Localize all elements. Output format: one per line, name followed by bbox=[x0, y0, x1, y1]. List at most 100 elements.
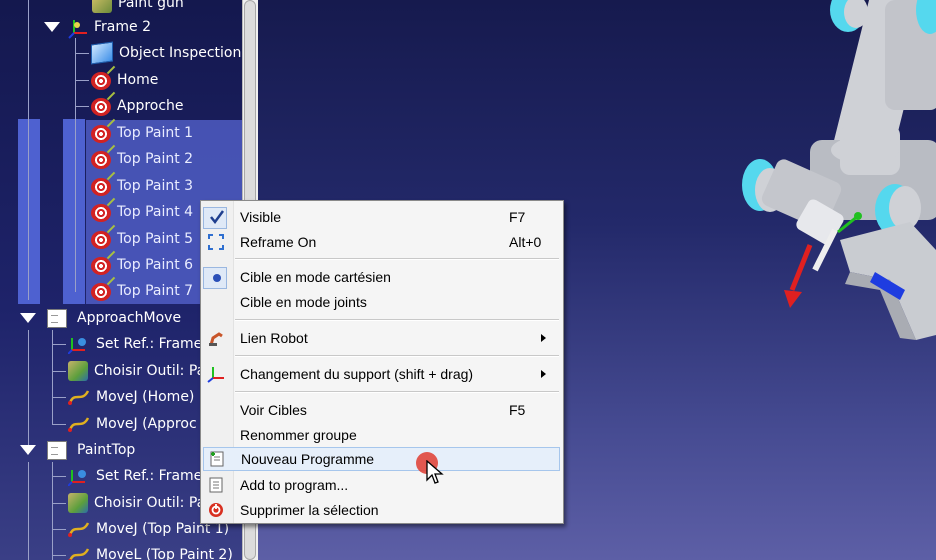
tree-item-movej-home[interactable]: MoveJ (Home) bbox=[68, 384, 194, 410]
tree-item-label: Top Paint 3 bbox=[117, 178, 194, 194]
collapse-arrow-icon[interactable] bbox=[20, 445, 36, 455]
target-icon bbox=[91, 231, 111, 249]
menu-item-label: Add to program... bbox=[240, 477, 349, 493]
move-icon bbox=[68, 547, 90, 560]
tree-item-label: ApproachMove bbox=[77, 310, 182, 326]
tree-line bbox=[52, 371, 66, 372]
tree-item-label: Set Ref.: Frame bbox=[96, 336, 203, 352]
tree-item-label: Top Paint 7 bbox=[117, 283, 194, 299]
tree-item-object-inspection[interactable]: Object Inspection bbox=[91, 40, 241, 66]
tree-item-label: MoveJ (Home) bbox=[96, 389, 195, 405]
menu-item-new-program[interactable]: Nouveau Programme bbox=[203, 447, 560, 471]
mouse-pointer-icon bbox=[426, 460, 444, 484]
menu-item-label: Visible bbox=[240, 209, 281, 225]
menu-item-label: Lien Robot bbox=[240, 330, 308, 346]
new-program-icon bbox=[210, 451, 224, 467]
tree-item-top-paint-7[interactable]: Top Paint 7 bbox=[91, 278, 193, 304]
target-icon bbox=[91, 283, 111, 301]
tree-item-movej-approche[interactable]: MoveJ (Approc bbox=[68, 411, 197, 437]
set-reference-icon bbox=[67, 334, 90, 355]
tree-line bbox=[28, 462, 29, 560]
menu-item-label: Cible en mode cartésien bbox=[240, 269, 391, 285]
tree-line bbox=[75, 80, 89, 81]
menu-item-add-to-program[interactable]: Add to program... bbox=[201, 473, 563, 497]
menu-item-target-joints[interactable]: Cible en mode joints bbox=[201, 290, 563, 314]
tree-item-painttop[interactable]: PaintTop bbox=[47, 437, 135, 463]
tool-icon bbox=[68, 493, 88, 513]
checkmark-icon bbox=[210, 210, 225, 225]
axes-icon bbox=[207, 367, 224, 383]
menu-item-link-robot[interactable]: Lien Robot bbox=[201, 326, 563, 350]
submenu-arrow-icon bbox=[541, 334, 546, 342]
tree-item-label: Top Paint 1 bbox=[117, 125, 194, 141]
tree-line bbox=[52, 529, 66, 530]
tree-item-label: Paint gun bbox=[118, 0, 184, 11]
add-to-program-icon bbox=[209, 477, 223, 493]
menu-item-label: Cible en mode joints bbox=[240, 294, 367, 310]
tree-item-top-paint-1[interactable]: Top Paint 1 bbox=[91, 120, 193, 146]
menu-item-change-support[interactable]: Changement du support (shift + drag) bbox=[201, 362, 563, 386]
menu-item-shortcut: Alt+0 bbox=[509, 234, 542, 250]
paint-gun-icon bbox=[92, 0, 112, 13]
submenu-arrow-icon bbox=[541, 370, 546, 378]
tree-item-set-ref-1[interactable]: Set Ref.: Frame bbox=[67, 331, 203, 357]
target-icon bbox=[91, 98, 111, 116]
collapse-arrow-icon[interactable] bbox=[44, 22, 60, 32]
target-icon bbox=[91, 204, 111, 222]
tool-icon bbox=[68, 361, 88, 381]
tree-line bbox=[28, 330, 29, 450]
tree-line bbox=[28, 0, 29, 300]
menu-item-label: Supprimer la sélection bbox=[240, 502, 379, 518]
tree-line bbox=[52, 476, 66, 477]
tree-item-choose-tool-2[interactable]: Choisir Outil: Pa bbox=[68, 490, 205, 516]
cube-icon bbox=[91, 41, 113, 65]
menu-item-label: Nouveau Programme bbox=[241, 451, 375, 467]
menu-item-delete-selection[interactable]: Supprimer la sélection bbox=[201, 498, 563, 522]
tree-item-label: Top Paint 4 bbox=[117, 204, 194, 220]
context-menu[interactable]: Visible F7 Reframe On Alt+0 Cible en mod… bbox=[200, 200, 564, 524]
menu-separator bbox=[235, 391, 559, 393]
tree-item-movel-top-paint-2[interactable]: MoveL (Top Paint 2) bbox=[68, 542, 233, 560]
selection-marker-left bbox=[18, 119, 40, 304]
tree-item-label: Top Paint 5 bbox=[117, 231, 194, 247]
tree-item-label: Home bbox=[117, 72, 159, 88]
collapse-arrow-icon[interactable] bbox=[20, 313, 36, 323]
menu-item-rename-group[interactable]: Renommer groupe bbox=[201, 423, 563, 447]
tree-item-top-paint-5[interactable]: Top Paint 5 bbox=[91, 226, 193, 252]
tree-item-set-ref-2[interactable]: Set Ref.: Frame bbox=[67, 463, 202, 489]
menu-item-show-targets[interactable]: Voir Cibles F5 bbox=[201, 398, 563, 422]
tree-item-home[interactable]: Home bbox=[91, 67, 158, 93]
move-icon bbox=[68, 416, 90, 432]
menu-item-target-cartesian[interactable]: Cible en mode cartésien bbox=[201, 265, 563, 289]
target-icon bbox=[91, 257, 111, 275]
delete-icon bbox=[209, 503, 223, 517]
tree-line bbox=[52, 344, 66, 345]
tree-item-top-paint-3[interactable]: Top Paint 3 bbox=[91, 173, 193, 199]
tree-item-label: Object Inspection bbox=[119, 45, 242, 61]
menu-item-shortcut: F5 bbox=[509, 402, 526, 418]
tree-item-choose-tool-1[interactable]: Choisir Outil: Pa bbox=[68, 358, 205, 384]
tree-line bbox=[52, 424, 66, 425]
tree-item-top-paint-6[interactable]: Top Paint 6 bbox=[91, 252, 193, 278]
move-icon bbox=[68, 521, 90, 537]
tree-line bbox=[75, 38, 76, 292]
tree-line bbox=[52, 503, 66, 504]
set-reference-icon bbox=[67, 466, 90, 487]
menu-item-label: Reframe On bbox=[240, 234, 317, 250]
tree-item-approachmove[interactable]: ApproachMove bbox=[47, 305, 181, 331]
tree-item-top-paint-2[interactable]: Top Paint 2 bbox=[91, 146, 193, 172]
tree-item-top-paint-4[interactable]: Top Paint 4 bbox=[91, 199, 193, 225]
menu-separator bbox=[235, 258, 559, 260]
tree-item-frame-2[interactable]: Frame 2 bbox=[68, 14, 151, 40]
tree-item-label: Approche bbox=[117, 98, 184, 114]
menu-item-visible[interactable]: Visible F7 bbox=[201, 205, 563, 229]
menu-item-label: Renommer groupe bbox=[240, 427, 357, 443]
tree-item-approche[interactable]: Approche bbox=[91, 93, 184, 119]
selection-marker-mid bbox=[63, 119, 85, 304]
target-icon bbox=[91, 125, 111, 143]
menu-item-label: Voir Cibles bbox=[240, 402, 307, 418]
tree-item-label: MoveJ (Approc bbox=[96, 416, 197, 432]
menu-item-reframe-on[interactable]: Reframe On Alt+0 bbox=[201, 230, 563, 254]
robot-3d-view[interactable] bbox=[740, 0, 936, 340]
tree-line bbox=[75, 53, 89, 54]
